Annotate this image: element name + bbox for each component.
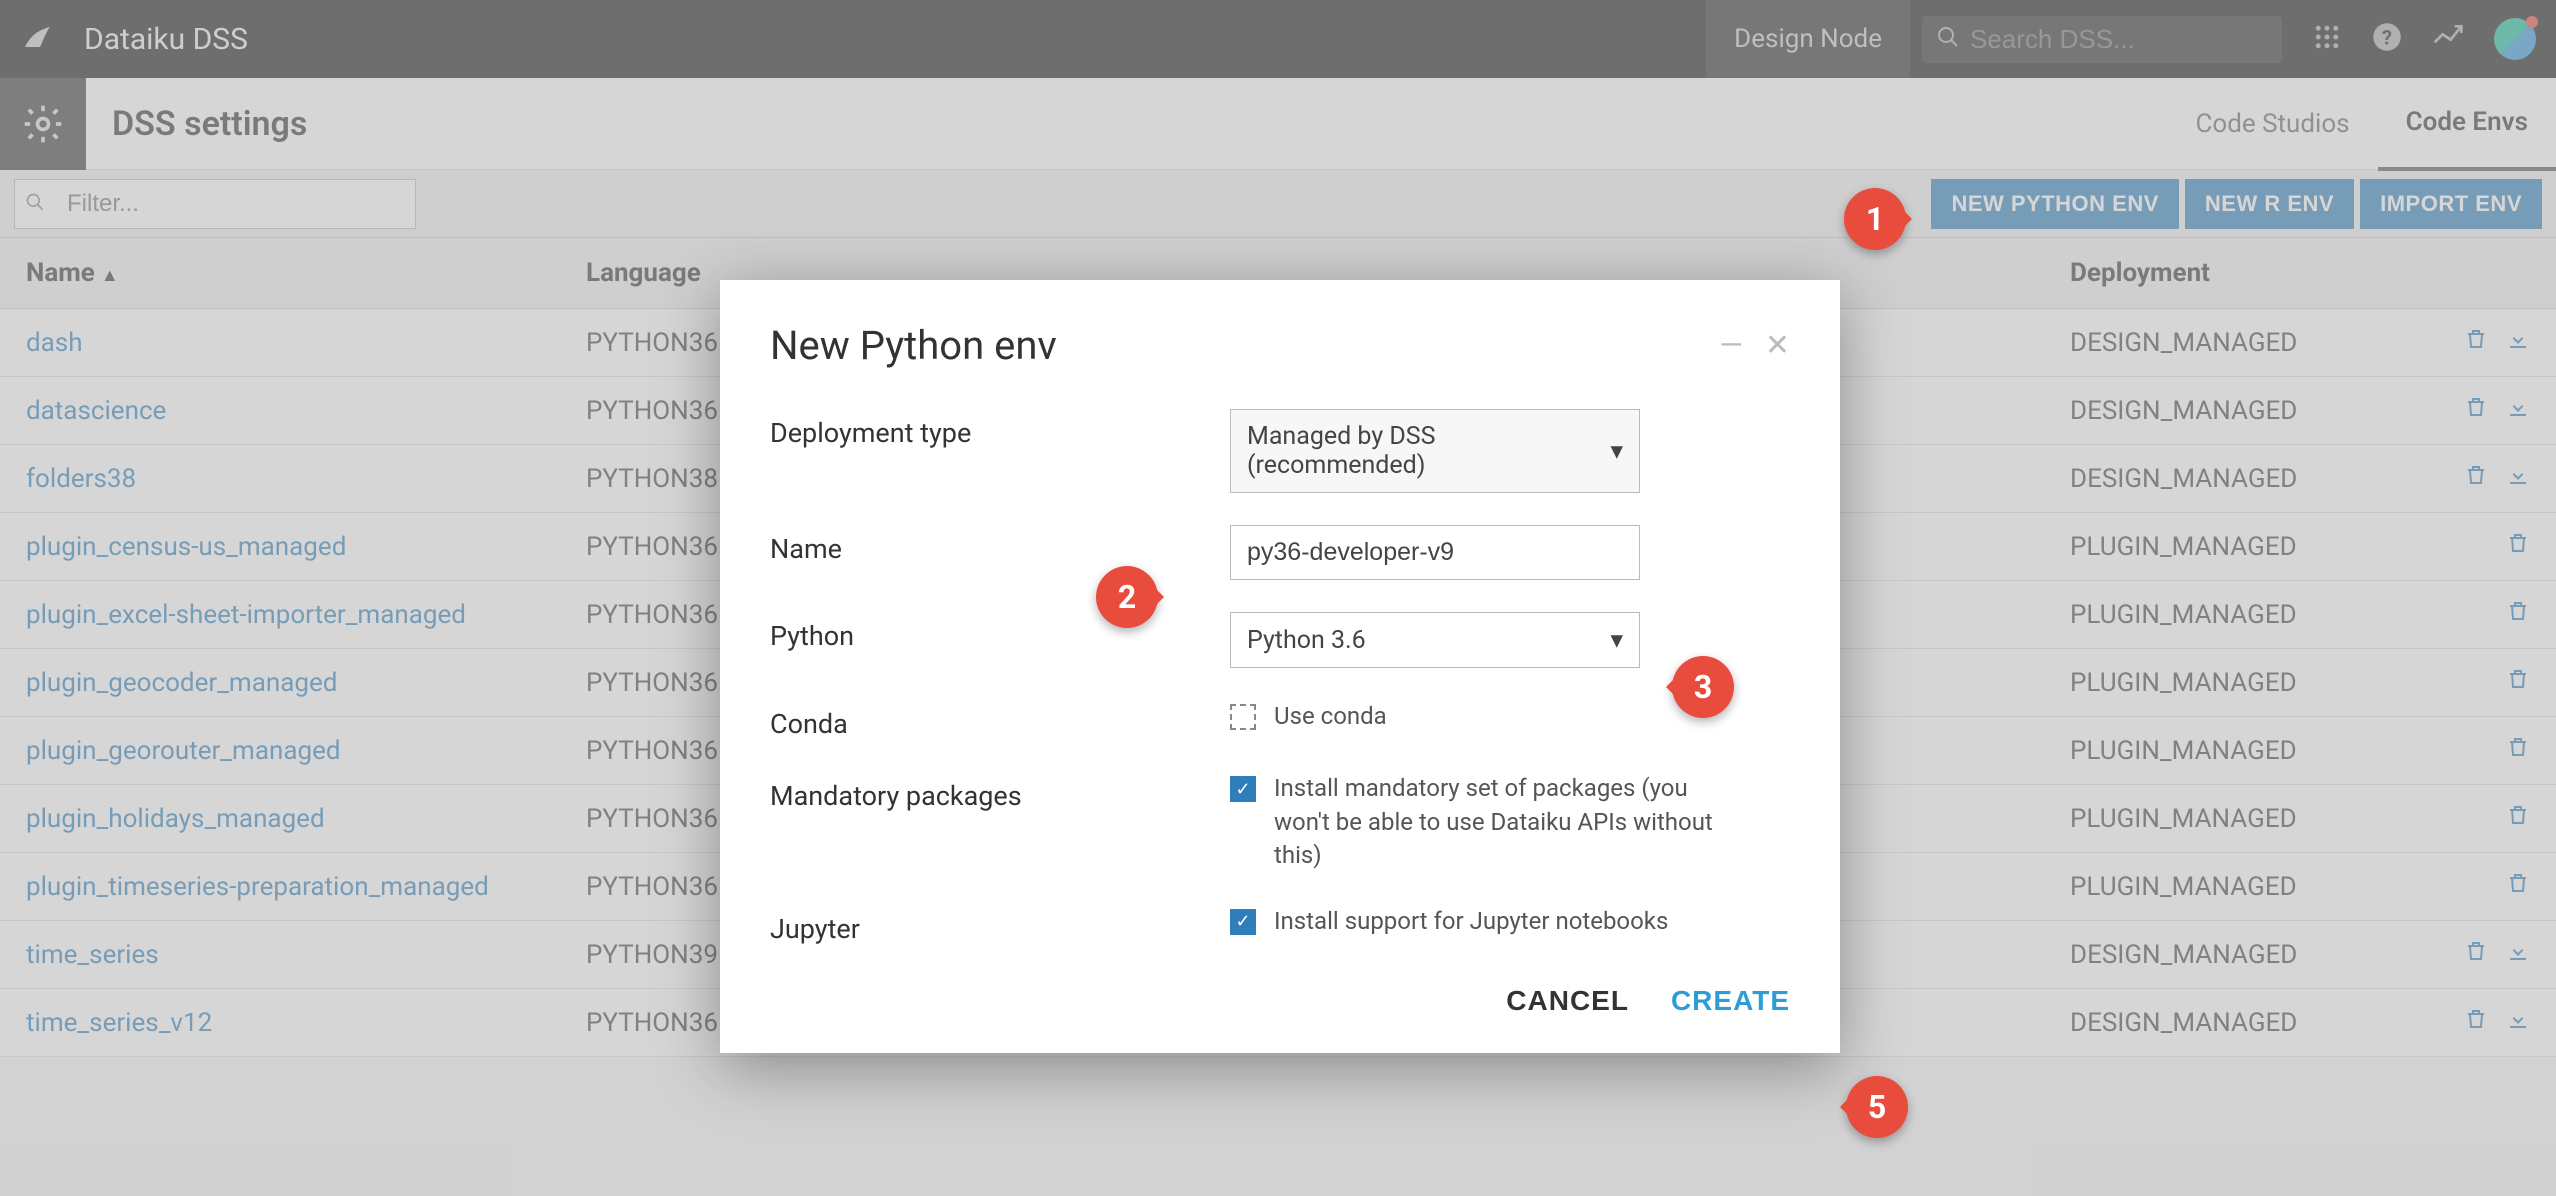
deployment-type-select[interactable]: Managed by DSS (recommended) ▾ — [1230, 409, 1640, 493]
python-version-select[interactable]: Python 3.6 ▾ — [1230, 612, 1640, 668]
modal-title: New Python env — [770, 322, 1697, 369]
callout-2: 2 — [1096, 566, 1158, 628]
deployment-type-label: Deployment type — [770, 409, 1230, 449]
conda-checkbox[interactable] — [1230, 704, 1256, 730]
callout-1: 1 — [1844, 188, 1906, 250]
create-button[interactable]: CREATE — [1671, 985, 1790, 1017]
conda-text: Use conda — [1274, 700, 1387, 734]
name-label: Name — [770, 525, 1230, 565]
cancel-button[interactable]: CANCEL — [1506, 985, 1629, 1017]
jupyter-text: Install support for Jupyter notebooks — [1274, 905, 1668, 939]
minimize-icon[interactable]: — — [1719, 328, 1742, 363]
close-icon[interactable]: ✕ — [1765, 328, 1790, 363]
mandatory-text: Install mandatory set of packages (you w… — [1274, 772, 1734, 873]
chevron-down-icon: ▾ — [1610, 436, 1623, 466]
mandatory-checkbox[interactable]: ✓ — [1230, 776, 1256, 802]
python-label: Python — [770, 612, 1230, 652]
env-name-input[interactable] — [1230, 525, 1640, 580]
chevron-down-icon: ▾ — [1610, 625, 1623, 655]
callout-5: 5 — [1846, 1076, 1908, 1138]
mandatory-label: Mandatory packages — [770, 772, 1230, 812]
jupyter-checkbox[interactable]: ✓ — [1230, 909, 1256, 935]
conda-label: Conda — [770, 700, 1230, 740]
jupyter-label: Jupyter — [770, 905, 1230, 945]
callout-3: 3 — [1672, 656, 1734, 718]
